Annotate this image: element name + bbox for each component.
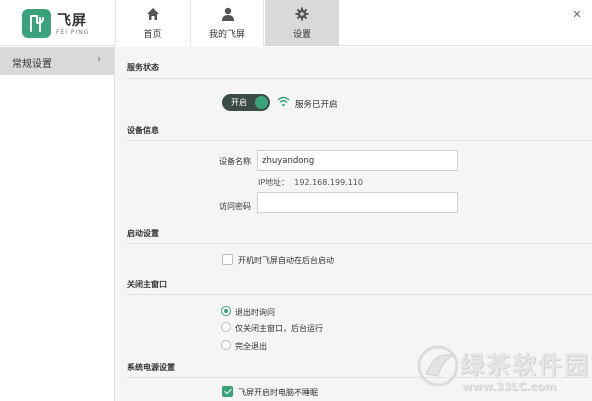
tab-my-feiping[interactable]: 我的飞屏 [190, 0, 264, 46]
wifi-icon [277, 96, 290, 107]
divider [127, 78, 592, 79]
home-icon [147, 8, 159, 20]
startup-checkbox[interactable] [222, 254, 233, 265]
watermark-logo-icon [417, 345, 459, 387]
section-title-service: 服务状态 [127, 63, 159, 72]
tab-home[interactable]: 首页 [115, 0, 189, 46]
no-sleep-checkbox[interactable] [222, 386, 233, 397]
section-title-startup: 启动设置 [127, 229, 159, 238]
section-title-power: 系统电源设置 [127, 363, 175, 372]
no-sleep-option-label: 飞屏开启时电脑不睡眠 [238, 388, 318, 397]
title-bar: 飞屏 FEI PING 首页 我的飞屏 设置 ✕ [0, 0, 592, 46]
startup-option-label: 开机时飞屏自动在后台启动 [238, 256, 334, 265]
chevron-right-icon: › [97, 54, 101, 65]
device-name-input[interactable] [257, 150, 458, 171]
service-status-text: 服务已开启 [295, 100, 338, 110]
user-icon [222, 7, 234, 21]
brand-name-en: FEI PING [56, 29, 90, 36]
radio-label-exit-completely: 完全退出 [235, 342, 267, 351]
close-button[interactable]: ✕ [571, 9, 583, 21]
toggle-label: 开启 [231, 98, 247, 107]
radio-label-ask-on-exit: 退出时询问 [235, 308, 275, 317]
divider [127, 243, 592, 244]
section-title-device: 设备信息 [127, 126, 159, 135]
tab-home-label: 首页 [143, 30, 162, 40]
watermark-site-name: 绿茶软件园 [460, 351, 590, 379]
radio-ask-on-exit[interactable] [221, 306, 231, 316]
divider [127, 140, 592, 141]
ip-value: 192.168.199.110 [294, 178, 363, 187]
watermark-site-url: www.33LC.com [462, 380, 557, 393]
sidebar-item-label: 常规设置 [12, 59, 52, 70]
password-input[interactable] [257, 192, 458, 213]
tab-settings-label: 设置 [292, 30, 311, 40]
ip-label: IP地址： [258, 178, 290, 187]
section-title-close-window: 关闭主窗口 [127, 280, 167, 289]
service-toggle[interactable]: 开启 [222, 94, 270, 111]
radio-close-background[interactable] [221, 322, 231, 332]
device-name-label: 设备名称 [219, 157, 251, 166]
divider [127, 294, 592, 295]
toggle-knob [255, 96, 268, 109]
app-logo [22, 9, 51, 38]
sidebar: 常规设置 › [0, 47, 115, 401]
tab-settings[interactable]: 设置 [265, 0, 339, 46]
ip-address: IP地址： 192.168.199.110 [258, 177, 363, 188]
gear-icon [295, 7, 309, 21]
radio-label-close-background: 仅关闭主窗口，后台运行 [235, 324, 323, 333]
watermark: 绿茶软件园 www.33LC.com [412, 340, 592, 401]
radio-exit-completely[interactable] [221, 340, 231, 350]
password-label: 访问密码 [219, 202, 251, 211]
close-icon: ✕ [572, 8, 582, 21]
sidebar-item-general-settings[interactable]: 常规设置 › [0, 47, 114, 75]
feiping-logo-icon [30, 15, 44, 32]
tab-my-feiping-label: 我的飞屏 [208, 30, 245, 40]
brand-name: 飞屏 [57, 13, 87, 29]
